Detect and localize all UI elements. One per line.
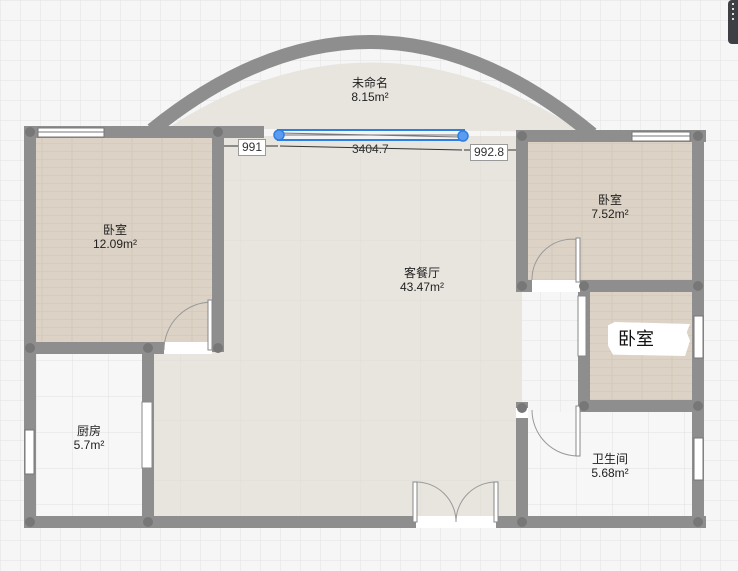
room-area: 43.47m² xyxy=(399,280,445,294)
room-area: 12.09m² xyxy=(92,237,138,251)
room-label-living-dining[interactable]: 客餐厅 43.47m² xyxy=(400,266,444,294)
room-label-bedroom-left[interactable]: 卧室 12.09m² xyxy=(93,223,137,251)
room-area: 8.15m² xyxy=(351,90,389,104)
room-name: 卫生间 xyxy=(591,452,629,466)
room-area: 5.68m² xyxy=(591,466,629,480)
dimension-middle[interactable]: 3404.7 xyxy=(352,142,389,156)
living-lower-floor xyxy=(152,350,522,518)
room-label-bedroom-right[interactable]: 卧室 7.52m² xyxy=(591,193,628,221)
room-area: 5.7m² xyxy=(73,438,105,452)
room-label-unnamed[interactable]: 未命名 8.15m² xyxy=(351,76,388,104)
dimension-right[interactable]: 992.8 xyxy=(470,144,509,161)
dimension-left[interactable]: 991 xyxy=(238,139,267,156)
room-label-bedroom-small[interactable]: 卧室 xyxy=(608,322,690,356)
room-label-bathroom[interactable]: 卫生间 5.68m² xyxy=(591,452,628,480)
room-label-kitchen[interactable]: 厨房 5.7m² xyxy=(74,424,105,452)
room-name: 客餐厅 xyxy=(403,266,440,280)
selected-opening[interactable] xyxy=(273,129,469,142)
room-name: 厨房 xyxy=(76,424,101,438)
side-panel-toggle[interactable] xyxy=(728,0,738,44)
room-name: 未命名 xyxy=(351,76,389,90)
room-area: 7.52m² xyxy=(591,207,629,221)
room-name: 卧室 xyxy=(597,193,623,207)
room-name: 卧室 xyxy=(102,223,127,237)
